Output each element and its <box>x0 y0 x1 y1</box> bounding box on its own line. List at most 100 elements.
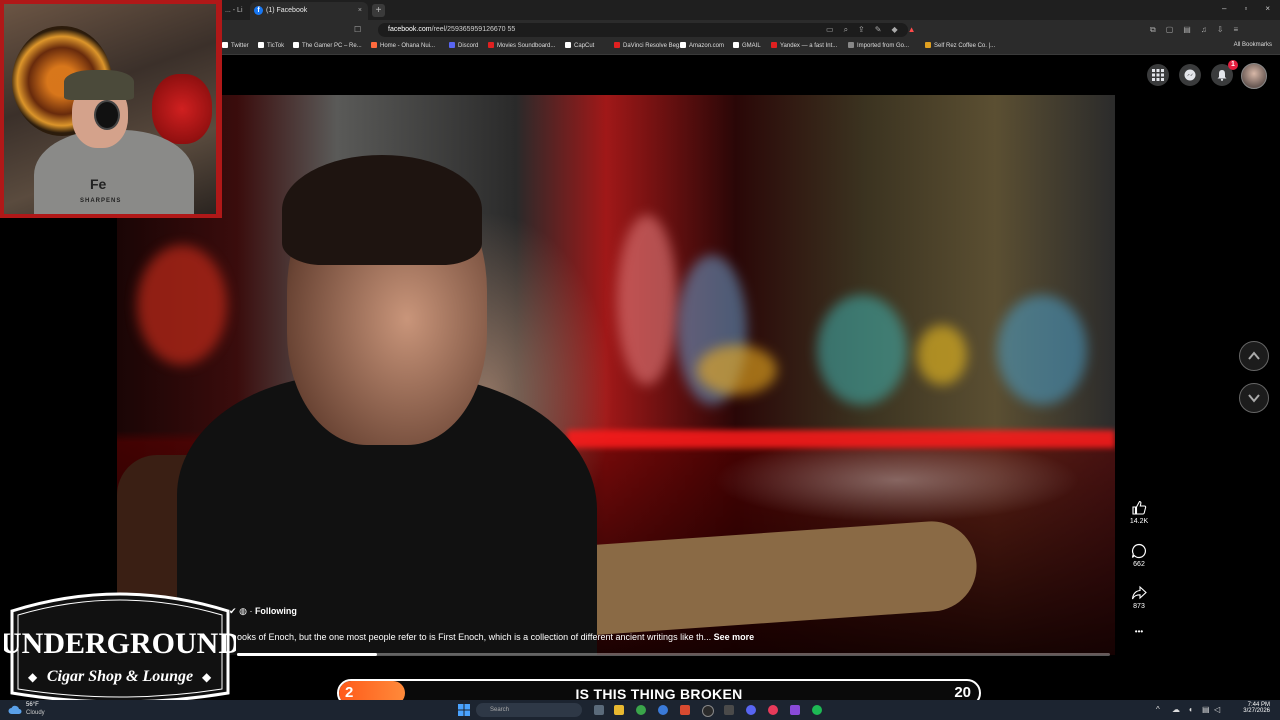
weather-temperature[interactable]: 56°F <box>26 702 39 708</box>
bookmark-label: Home - Ohana Nui... <box>380 43 436 49</box>
close-window-button[interactable]: × <box>1265 4 1270 13</box>
menu-grid-button[interactable] <box>1147 64 1169 86</box>
bookmark-item[interactable]: Imported from Go... <box>848 42 909 49</box>
tray-chevron-icon[interactable]: ^ <box>1156 705 1160 714</box>
microphone-icon[interactable]: ◖ <box>1188 705 1193 714</box>
network-icon[interactable]: ▤ <box>1202 705 1210 714</box>
windows-taskbar: 56°F Cloudy Search ^ ☁ ◖ ▤ ◁ 7:44 PM 3/2… <box>0 700 1280 720</box>
spotify-icon[interactable] <box>812 705 822 715</box>
like-button[interactable]: 14.2K <box>1124 500 1154 525</box>
bookmark-favicon-icon <box>565 42 571 48</box>
taskbar-clock[interactable]: 7:44 PM 3/27/2026 <box>1230 702 1270 714</box>
maximize-button[interactable]: ▫ <box>1244 4 1247 13</box>
tab-previous[interactable]: ... - Li <box>225 2 245 20</box>
app-icon[interactable] <box>724 705 734 715</box>
bookmark-favicon-icon <box>293 42 299 48</box>
comment-count: 662 <box>1133 561 1145 568</box>
bookmark-item[interactable]: Self Rez Coffee Co. |... <box>925 42 995 49</box>
video-neon-strip <box>567 430 1115 448</box>
onedrive-icon[interactable]: ☁ <box>1172 705 1180 714</box>
like-count: 14.2K <box>1129 518 1149 525</box>
new-tab-button[interactable]: + <box>372 4 385 17</box>
messenger-button[interactable] <box>1179 64 1201 86</box>
facebook-icon: f <box>254 5 263 15</box>
reel-caption: ooks of Enoch, but the one most people r… <box>237 632 754 642</box>
menu-icon[interactable]: ≡ <box>1234 25 1239 35</box>
profile-avatar[interactable] <box>1241 63 1267 89</box>
bookmark-item[interactable]: The Gamer PC – Re... <box>293 42 362 49</box>
bookmark-item[interactable]: TicTok <box>258 42 284 49</box>
task-view-icon[interactable] <box>594 705 604 715</box>
chrome-icon[interactable] <box>636 705 646 715</box>
bookmark-label: Amazon.com <box>689 43 725 49</box>
webcam-overlay: Fe SHARPENS <box>0 0 222 218</box>
video-background-bottles-left <box>137 245 227 365</box>
share-button[interactable]: 873 <box>1124 585 1154 610</box>
cast-icon[interactable]: ▭ <box>826 25 834 35</box>
next-reel-button[interactable] <box>1239 383 1269 413</box>
see-more-link[interactable]: See more <box>714 632 755 642</box>
opera-icon[interactable] <box>768 705 778 715</box>
minimize-button[interactable]: – <box>1222 4 1226 13</box>
diamond-icon: ◆ <box>202 670 212 684</box>
video-background-bottle <box>997 295 1087 405</box>
bookmark-favicon-icon <box>222 42 228 48</box>
tab-close-button[interactable]: × <box>358 2 362 20</box>
bookmark-label: Movies Soundboard... <box>497 43 556 49</box>
bookmark-favicon-icon <box>449 42 455 48</box>
bookmark-page-icon[interactable]: ☐ <box>354 25 361 34</box>
globe-icon: ◍ <box>239 606 247 616</box>
reel-video[interactable] <box>117 95 1115 655</box>
bell-icon <box>1217 70 1227 81</box>
webcam-background-mask <box>152 74 212 144</box>
comment-button[interactable]: 662 <box>1124 543 1154 568</box>
video-background-bottle <box>617 215 677 385</box>
grid-icon <box>1152 69 1164 81</box>
windows-start-icon[interactable] <box>458 704 470 716</box>
chevron-down-icon <box>1248 394 1260 403</box>
obs-icon[interactable] <box>702 705 714 717</box>
tab-facebook[interactable]: f (1) Facebook × <box>250 2 368 20</box>
video-progress-bar[interactable] <box>237 653 1110 656</box>
more-options-button[interactable]: ••• <box>1124 627 1154 636</box>
downloads-icon[interactable]: ⇩ <box>1217 25 1224 35</box>
bookmark-item[interactable]: Yandex — a fast Int... <box>771 42 837 49</box>
banner-right-number: 20 <box>954 684 971 701</box>
bookmark-label: Imported from Go... <box>857 43 910 49</box>
wallet-icon[interactable]: ▤ <box>1183 25 1191 35</box>
bookmark-item[interactable]: DaVinci Resolve Beg... <box>614 42 684 49</box>
discord-icon[interactable] <box>746 705 756 715</box>
app-icon[interactable] <box>790 705 800 715</box>
share-icon[interactable]: ⇪ <box>858 25 865 35</box>
video-background-bottle <box>697 345 777 395</box>
edge-icon[interactable] <box>658 705 668 715</box>
window-controls: – ▫ × <box>1222 4 1270 13</box>
bookmark-label: GMAIL <box>742 43 761 49</box>
sidebar-icon[interactable]: ▢ <box>1166 25 1174 35</box>
shirt-text: SHARPENS <box>80 198 122 204</box>
rewards-icon[interactable]: ▲ <box>908 25 916 35</box>
bookmark-item[interactable]: CapCut <box>565 42 594 49</box>
caption-text: ooks of Enoch, but the one most people r… <box>237 632 712 642</box>
extension-icon[interactable]: ✎ <box>875 25 882 35</box>
extensions-icon[interactable]: ⧉ <box>1150 25 1156 35</box>
media-icon[interactable]: ♫ <box>1201 25 1207 35</box>
following-button[interactable]: Following <box>255 606 297 616</box>
taskbar-search[interactable]: Search <box>476 703 582 717</box>
volume-icon[interactable]: ◁ <box>1214 705 1220 714</box>
shield-icon[interactable]: ◆ <box>891 25 897 35</box>
bookmark-item[interactable]: Discord <box>449 42 478 49</box>
previous-reel-button[interactable] <box>1239 341 1269 371</box>
bookmark-item[interactable]: Home - Ohana Nui... <box>371 42 435 49</box>
zoom-icon[interactable]: ⌕ <box>844 25 848 35</box>
bookmark-item[interactable]: GMAIL <box>733 42 761 49</box>
bookmark-item[interactable]: Twitter <box>222 42 249 49</box>
bookmark-item[interactable]: Amazon.com <box>680 42 724 49</box>
file-explorer-icon[interactable] <box>614 705 624 715</box>
logo-title: UNDERGROUND <box>4 627 236 660</box>
all-bookmarks-button[interactable]: All Bookmarks <box>1234 42 1272 48</box>
url-path: /reel/259365959126670 55 <box>431 26 516 33</box>
bookmark-item[interactable]: Movies Soundboard... <box>488 42 555 49</box>
cloud-icon <box>8 705 22 714</box>
brave-icon[interactable] <box>680 705 690 715</box>
